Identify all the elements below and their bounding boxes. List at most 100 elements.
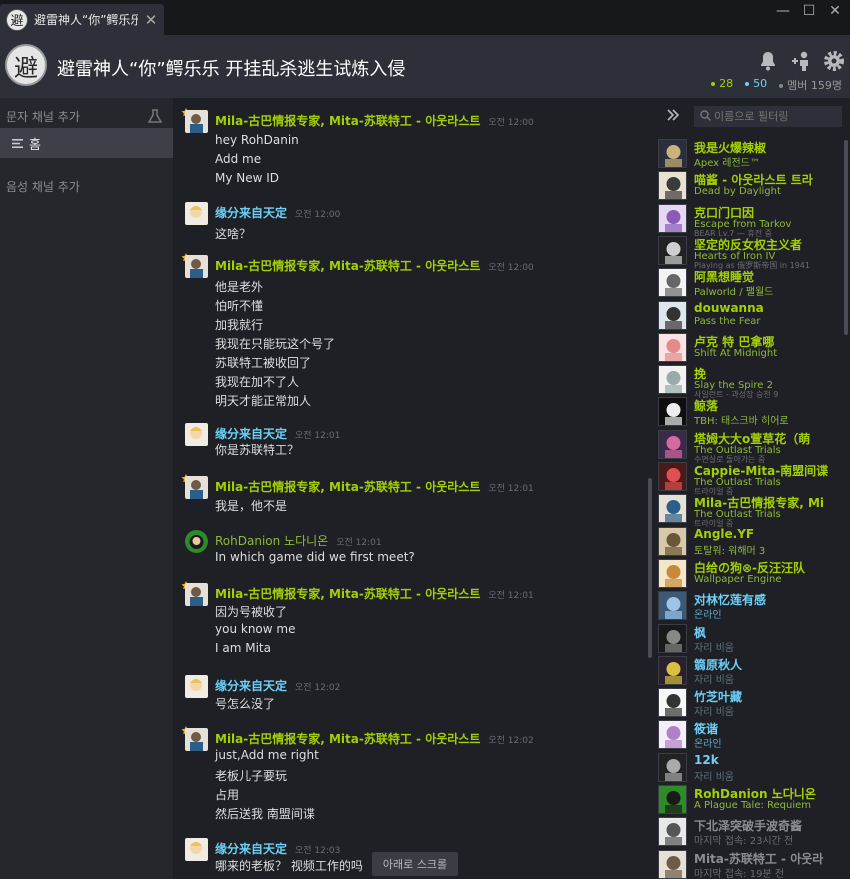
chat-scrollbar[interactable] [648, 478, 652, 658]
member-item[interactable]: RohDanion 노다니온 A Plague Tale: Requiem [656, 784, 842, 816]
channel-home[interactable]: 홈 [0, 128, 173, 158]
avatar[interactable] [658, 462, 687, 491]
scroll-down-button[interactable]: 아래로 스크롤 [372, 852, 458, 876]
avatar[interactable] [185, 255, 208, 278]
sender[interactable]: 缘分来自天定 오전 12:00 [215, 204, 340, 221]
member-item[interactable]: 白给の狗⊗-反汪汪队 Wallpaper Engine [656, 558, 842, 590]
sender[interactable]: Mila-古巴情报专家, Mita-苏联特工 - 아웃라스트 오전 12:00 [215, 257, 534, 274]
close-window-button[interactable]: ✕ [824, 3, 846, 23]
chat-tab[interactable]: 避 避雷神人“你”鳄乐乐 ✕ [0, 4, 164, 35]
message-text: 因为号被收了 [215, 605, 288, 619]
message-text: 哪来的老板？ 视频工作的吗 [215, 859, 363, 873]
member-item[interactable]: 塔姆大大o萱草花（萌 The Outlast Trials 수면실로 돌아가는 중 [656, 429, 842, 464]
stat-members: 멤버 159명 [779, 77, 842, 93]
message-text: 你是苏联特工？ [215, 443, 300, 457]
avatar[interactable] [658, 526, 687, 556]
member-item[interactable]: 阿黑想睡觉 Palworld / 팰월드 [656, 267, 842, 299]
voice-channel-add[interactable]: 음성 채널 추가 [0, 172, 173, 200]
title-bar: 避 避雷神人“你”鳄乐乐 ✕ — ☐ ✕ [0, 0, 850, 35]
avatar[interactable] [185, 476, 208, 499]
avatar[interactable] [658, 817, 687, 847]
member-item[interactable]: 竹芝叶藏 자리 비움 [656, 687, 842, 719]
member-scrollbar[interactable] [844, 140, 848, 335]
member-item[interactable]: douwanna Pass the Fear [656, 300, 842, 332]
avatar[interactable] [185, 530, 208, 553]
member-item[interactable]: 卢克 特 巴拿哪 Shift At Midnight [656, 332, 842, 364]
avatar[interactable] [658, 623, 687, 653]
sender[interactable]: Mila-古巴情报专家, Mita-苏联特工 - 아웃라스트 오전 12:00 [215, 112, 534, 129]
member-status: 자리 비움 [694, 771, 734, 783]
avatar[interactable] [658, 171, 687, 201]
member-item[interactable]: 鲸落 TBH: 태스크바 히어로 [656, 396, 842, 428]
member-item[interactable]: 挽 Slay the Spire 2 사일런트 - 과성장 승천 9 [656, 364, 842, 399]
avatar[interactable] [658, 688, 687, 718]
sender[interactable]: Mila-古巴情报专家, Mita-苏联特工 - 아웃라스트 오전 12:01 [215, 478, 534, 495]
avatar[interactable] [185, 423, 208, 446]
member-item[interactable]: 我是火爆辣椒 Apex 레전드™ [656, 138, 842, 170]
sender[interactable]: Mila-古巴情报专家, Mita-苏联特工 - 아웃라스트 오전 12:02 [215, 730, 534, 747]
message-text: 加我就行 [215, 318, 264, 332]
avatar[interactable] [658, 365, 687, 395]
collapse-icon[interactable] [666, 108, 680, 122]
text-channel-add[interactable]: 문자 채널 추가 [0, 102, 173, 130]
member-status: Pass the Fear [694, 315, 761, 327]
member-item[interactable]: 克口门口因 Escape from Tarkov BEAR Lv.7 — 휴전 중 [656, 203, 842, 238]
stat-online: 50 [745, 77, 767, 93]
tab-close-icon[interactable]: ✕ [144, 11, 158, 29]
avatar[interactable] [658, 235, 687, 265]
steam-group-chat-window: 避 避雷神人“你”鳄乐乐 ✕ — ☐ ✕ 避 避雷神人“你”鳄乐乐 开挂乱杀逃生… [0, 0, 850, 879]
stat-in-game: 28 [711, 77, 733, 93]
avatar[interactable] [185, 728, 208, 751]
avatar[interactable] [658, 494, 687, 524]
message-text: 怕听不懂 [215, 299, 264, 313]
avatar[interactable] [658, 139, 687, 168]
member-item[interactable]: Mila-古巴情报专家, Mi The Outlast Trials 트라이얼 중 [656, 493, 842, 528]
avatar[interactable] [658, 720, 687, 750]
group-avatar[interactable]: 避 [5, 44, 47, 86]
member-item[interactable]: Cappie-Mita-南盟间谍 The Outlast Trials 트라이얼 중 [656, 461, 842, 496]
member-item[interactable]: 对林忆莲有感 온라인 [656, 590, 842, 622]
flask-icon[interactable] [147, 108, 163, 124]
sender[interactable]: 缘分来自天定 오전 12:01 [215, 425, 340, 442]
gear-icon[interactable] [822, 49, 846, 73]
avatar[interactable] [658, 397, 687, 427]
member-item[interactable]: 筱谐 온라인 [656, 719, 842, 751]
sender[interactable]: RohDanion 노다니온 오전 12:01 [215, 532, 382, 549]
message-text: 我是，他不是 [215, 499, 288, 513]
sender[interactable]: 缘分来自天定 오전 12:03 [215, 840, 340, 857]
sender[interactable]: 缘分来自天定 오전 12:02 [215, 677, 340, 694]
avatar[interactable] [658, 332, 687, 362]
member-item[interactable]: Angle.YF 토탈워: 워해머 3 [656, 526, 842, 558]
bell-icon[interactable] [756, 49, 780, 73]
add-friend-icon[interactable] [790, 49, 814, 73]
member-item[interactable]: 坚定的反女权主义者 Hearts of Iron IV Playing as 俄罗斯… [656, 235, 842, 270]
avatar[interactable] [185, 583, 208, 606]
avatar[interactable] [185, 110, 208, 133]
member-item[interactable]: 喵酱 - 아웃라스트 트라 Dead by Daylight [656, 170, 842, 202]
group-name: 避雷神人“你”鳄乐乐 开挂乱杀逃生试炼入侵 [57, 59, 406, 80]
avatar[interactable] [658, 429, 687, 459]
member-item[interactable]: 下北泽突破手波奇酱 마지막 접속: 23시간 전 [656, 816, 842, 848]
avatar[interactable] [658, 300, 687, 330]
avatar[interactable] [658, 849, 687, 879]
avatar[interactable] [658, 785, 687, 814]
avatar[interactable] [658, 558, 687, 588]
avatar[interactable] [185, 675, 208, 698]
member-item[interactable]: Mita-苏联特工 - 아웃라 마지막 접속: 19분 전 [656, 849, 842, 879]
avatar[interactable] [658, 752, 687, 782]
maximize-button[interactable]: ☐ [798, 3, 820, 23]
avatar[interactable] [185, 838, 208, 861]
text-channel-icon [12, 138, 23, 148]
avatar[interactable] [185, 202, 208, 225]
member-item[interactable]: 12k 자리 비움 [656, 752, 842, 784]
member-item[interactable]: 枫 자리 비움 [656, 623, 842, 655]
channel-home-label: 홈 [29, 137, 41, 153]
avatar[interactable] [658, 203, 687, 233]
avatar[interactable] [658, 591, 687, 621]
member-filter-input[interactable] [694, 106, 842, 127]
member-item[interactable]: 篛原秋人 자리 비움 [656, 655, 842, 687]
avatar[interactable] [658, 655, 687, 685]
avatar[interactable] [658, 268, 687, 298]
minimize-button[interactable]: — [772, 3, 794, 23]
sender[interactable]: Mila-古巴情报专家, Mita-苏联特工 - 아웃라스트 오전 12:01 [215, 585, 534, 602]
